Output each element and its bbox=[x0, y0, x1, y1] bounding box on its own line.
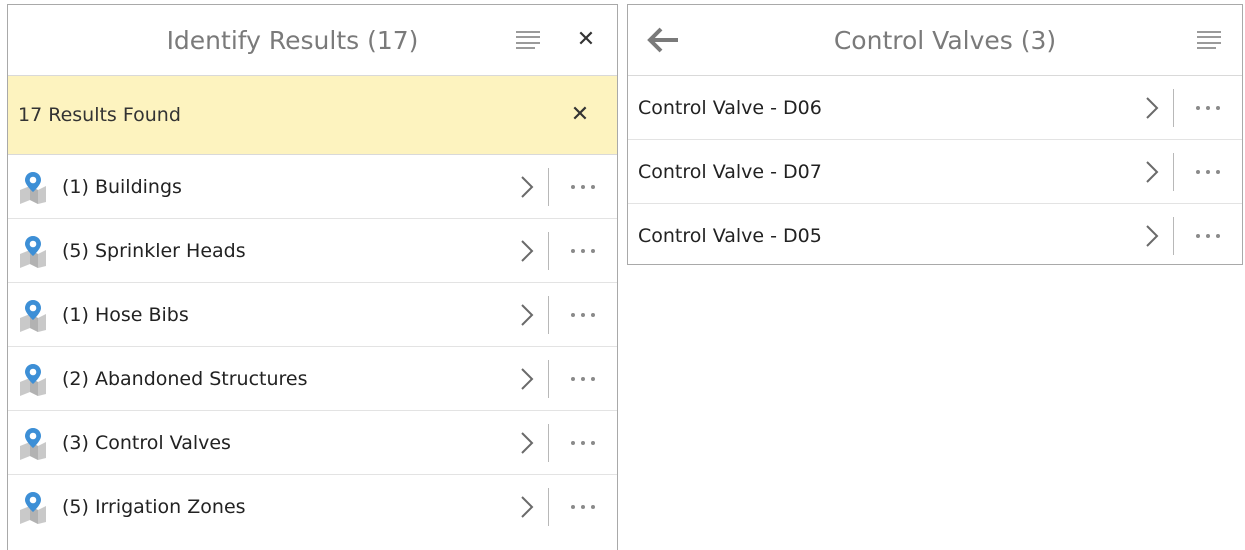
more-options-button[interactable] bbox=[549, 347, 617, 410]
close-panel-button[interactable]: ✕ bbox=[561, 5, 611, 75]
chevron-right-icon bbox=[1146, 160, 1159, 183]
open-feature-button[interactable] bbox=[1131, 76, 1173, 139]
layer-result-label: (5) Irrigation Zones bbox=[62, 496, 246, 518]
feature-results-list: Control Valve - D06 Control Valve - D07 … bbox=[628, 76, 1242, 268]
control-valves-title: Control Valves (3) bbox=[833, 25, 1057, 55]
open-feature-button[interactable] bbox=[1131, 204, 1173, 268]
chevron-right-icon bbox=[1146, 225, 1159, 247]
more-options-button[interactable] bbox=[549, 155, 617, 218]
map-pin-layer-icon bbox=[18, 426, 48, 460]
layer-result-label: (1) Buildings bbox=[62, 175, 182, 198]
chevron-right-icon bbox=[521, 303, 534, 326]
menu-icon bbox=[1197, 31, 1221, 49]
more-options-button[interactable] bbox=[549, 283, 617, 346]
open-feature-button[interactable] bbox=[1131, 140, 1173, 203]
arrow-left-icon bbox=[647, 27, 678, 53]
menu-icon bbox=[516, 31, 540, 49]
feature-result-row[interactable]: Control Valve - D07 bbox=[628, 140, 1242, 204]
more-options-button[interactable] bbox=[1174, 76, 1242, 139]
feature-result-label: Control Valve - D07 bbox=[638, 160, 822, 183]
back-button[interactable] bbox=[628, 5, 698, 75]
close-icon: ✕ bbox=[570, 102, 590, 127]
map-pin-layer-icon bbox=[18, 170, 48, 204]
open-layer-button[interactable] bbox=[506, 475, 548, 539]
layer-result-label: (2) Abandoned Structures bbox=[62, 367, 308, 390]
chevron-right-icon bbox=[1146, 96, 1159, 119]
more-options-button[interactable] bbox=[549, 219, 617, 282]
more-options-button[interactable] bbox=[549, 411, 617, 474]
chevron-right-icon bbox=[521, 431, 534, 454]
menu-button[interactable] bbox=[1184, 5, 1234, 75]
layer-result-row[interactable]: (5) Sprinkler Heads bbox=[8, 219, 617, 283]
chevron-right-icon bbox=[521, 367, 534, 390]
dismiss-banner-button[interactable]: ✕ bbox=[555, 76, 605, 154]
map-pin-layer-icon bbox=[18, 298, 48, 332]
map-pin-layer-icon bbox=[18, 234, 48, 268]
layer-result-label: (3) Control Valves bbox=[62, 431, 231, 454]
layer-result-row[interactable]: (5) Irrigation Zones bbox=[8, 475, 617, 539]
control-valves-header: Control Valves (3) bbox=[628, 5, 1242, 76]
more-options-button[interactable] bbox=[549, 475, 617, 539]
chevron-right-icon bbox=[521, 239, 534, 262]
open-layer-button[interactable] bbox=[506, 347, 548, 410]
results-found-banner: 17 Results Found ✕ bbox=[8, 76, 617, 155]
identify-results-header: Identify Results (17) ✕ bbox=[8, 5, 617, 76]
layer-result-row[interactable]: (1) Hose Bibs bbox=[8, 283, 617, 347]
control-valves-panel: Control Valves (3) Control Valve - D06 C… bbox=[627, 4, 1243, 265]
open-layer-button[interactable] bbox=[506, 155, 548, 218]
feature-result-label: Control Valve - D06 bbox=[638, 96, 822, 119]
layer-result-row[interactable]: (2) Abandoned Structures bbox=[8, 347, 617, 411]
layer-result-label: (5) Sprinkler Heads bbox=[62, 239, 246, 262]
layer-result-row[interactable]: (1) Buildings bbox=[8, 155, 617, 219]
results-found-text: 17 Results Found bbox=[18, 104, 181, 126]
open-layer-button[interactable] bbox=[506, 283, 548, 346]
identify-results-panel: Identify Results (17) ✕ 17 Results Found… bbox=[7, 4, 618, 550]
feature-result-row[interactable]: Control Valve - D05 bbox=[628, 204, 1242, 268]
more-options-button[interactable] bbox=[1174, 204, 1242, 268]
layer-result-row[interactable]: (3) Control Valves bbox=[8, 411, 617, 475]
feature-result-label: Control Valve - D05 bbox=[638, 225, 822, 247]
map-pin-layer-icon bbox=[18, 362, 48, 396]
open-layer-button[interactable] bbox=[506, 219, 548, 282]
menu-button[interactable] bbox=[503, 5, 553, 75]
open-layer-button[interactable] bbox=[506, 411, 548, 474]
layer-results-list: (1) Buildings (5) Sprinkler Heads (1) Ho… bbox=[8, 155, 617, 539]
layer-result-label: (1) Hose Bibs bbox=[62, 303, 189, 326]
chevron-right-icon bbox=[521, 175, 534, 198]
feature-result-row[interactable]: Control Valve - D06 bbox=[628, 76, 1242, 140]
chevron-right-icon bbox=[521, 496, 534, 518]
close-icon: ✕ bbox=[576, 27, 596, 52]
more-options-button[interactable] bbox=[1174, 140, 1242, 203]
map-pin-layer-icon bbox=[18, 490, 48, 524]
